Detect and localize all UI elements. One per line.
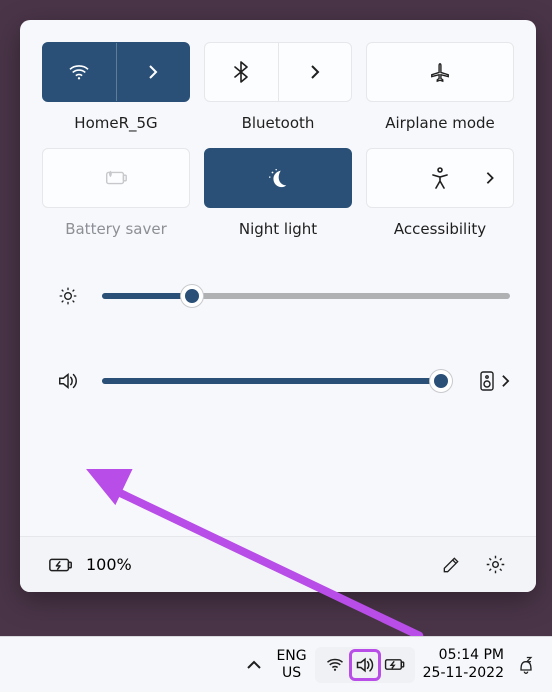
wifi-expand[interactable] bbox=[117, 43, 190, 101]
audio-output-button[interactable] bbox=[479, 370, 495, 392]
settings-button[interactable] bbox=[479, 548, 512, 581]
bluetooth-label: Bluetooth bbox=[242, 114, 315, 134]
wifi-icon bbox=[68, 63, 90, 81]
pencil-icon bbox=[441, 555, 461, 575]
language-top: ENG bbox=[276, 648, 306, 664]
battery-icon bbox=[384, 657, 406, 672]
speaker-device-icon bbox=[479, 370, 495, 392]
edit-quick-settings-button[interactable] bbox=[435, 549, 467, 581]
quick-settings-footer: 100% bbox=[20, 536, 536, 592]
brightness-slider-row bbox=[56, 286, 510, 306]
accessibility-tile[interactable] bbox=[366, 148, 514, 208]
battery-saver-label: Battery saver bbox=[65, 220, 167, 240]
quick-settings-panel: HomeR_5G Bluetooth Airplane bbox=[20, 20, 536, 592]
bluetooth-icon bbox=[234, 61, 248, 83]
brightness-icon bbox=[56, 286, 80, 306]
night-light-label: Night light bbox=[239, 220, 317, 240]
clock-date: 25-11-2022 bbox=[423, 665, 504, 683]
audio-output-expand[interactable] bbox=[501, 374, 510, 388]
airplane-mode-label: Airplane mode bbox=[385, 114, 495, 134]
tray-volume[interactable] bbox=[351, 651, 379, 679]
night-light-icon bbox=[267, 167, 289, 189]
wifi-label: HomeR_5G bbox=[74, 114, 157, 134]
battery-saver-tile bbox=[42, 148, 190, 208]
language-bottom: US bbox=[276, 665, 306, 681]
airplane-mode-tile[interactable] bbox=[366, 42, 514, 102]
tray-overflow-button[interactable] bbox=[240, 653, 268, 677]
sliders-group bbox=[42, 286, 514, 422]
language-indicator[interactable]: ENG US bbox=[276, 648, 306, 680]
chevron-right-icon bbox=[485, 171, 495, 185]
quick-settings-tiles: HomeR_5G Bluetooth Airplane bbox=[42, 42, 514, 240]
accessibility-icon bbox=[430, 167, 450, 189]
chevron-right-icon bbox=[501, 374, 510, 388]
volume-thumb[interactable] bbox=[430, 370, 452, 392]
bluetooth-tile[interactable] bbox=[204, 42, 352, 102]
battery-percentage: 100% bbox=[86, 555, 132, 574]
accessibility-expand[interactable] bbox=[485, 171, 495, 185]
volume-icon bbox=[355, 656, 375, 674]
chevron-right-icon bbox=[309, 64, 321, 80]
chevron-right-icon bbox=[147, 64, 159, 80]
system-tray[interactable] bbox=[315, 647, 415, 683]
focus-assist-button[interactable] bbox=[512, 651, 540, 679]
bell-snooze-icon bbox=[516, 655, 536, 675]
night-light-tile[interactable] bbox=[204, 148, 352, 208]
brightness-slider[interactable] bbox=[102, 293, 510, 299]
volume-icon bbox=[56, 371, 80, 391]
tray-wifi[interactable] bbox=[321, 651, 349, 679]
tray-battery[interactable] bbox=[381, 651, 409, 679]
wifi-toggle[interactable] bbox=[43, 43, 117, 101]
accessibility-label: Accessibility bbox=[394, 220, 486, 240]
chevron-up-icon bbox=[246, 659, 262, 671]
wifi-tile[interactable] bbox=[42, 42, 190, 102]
battery-saver-icon bbox=[103, 168, 129, 188]
bluetooth-toggle[interactable] bbox=[205, 43, 279, 101]
volume-slider[interactable] bbox=[102, 378, 451, 384]
taskbar: ENG US 05:14 PM 25-11-2022 bbox=[0, 636, 552, 692]
airplane-icon bbox=[429, 61, 451, 83]
wifi-icon bbox=[326, 657, 344, 672]
clock-time: 05:14 PM bbox=[423, 647, 504, 665]
brightness-thumb[interactable] bbox=[181, 285, 203, 307]
battery-status-icon bbox=[48, 556, 74, 574]
taskbar-clock[interactable]: 05:14 PM 25-11-2022 bbox=[423, 647, 504, 682]
volume-slider-row bbox=[56, 370, 510, 392]
bluetooth-expand[interactable] bbox=[279, 43, 352, 101]
gear-icon bbox=[485, 554, 506, 575]
